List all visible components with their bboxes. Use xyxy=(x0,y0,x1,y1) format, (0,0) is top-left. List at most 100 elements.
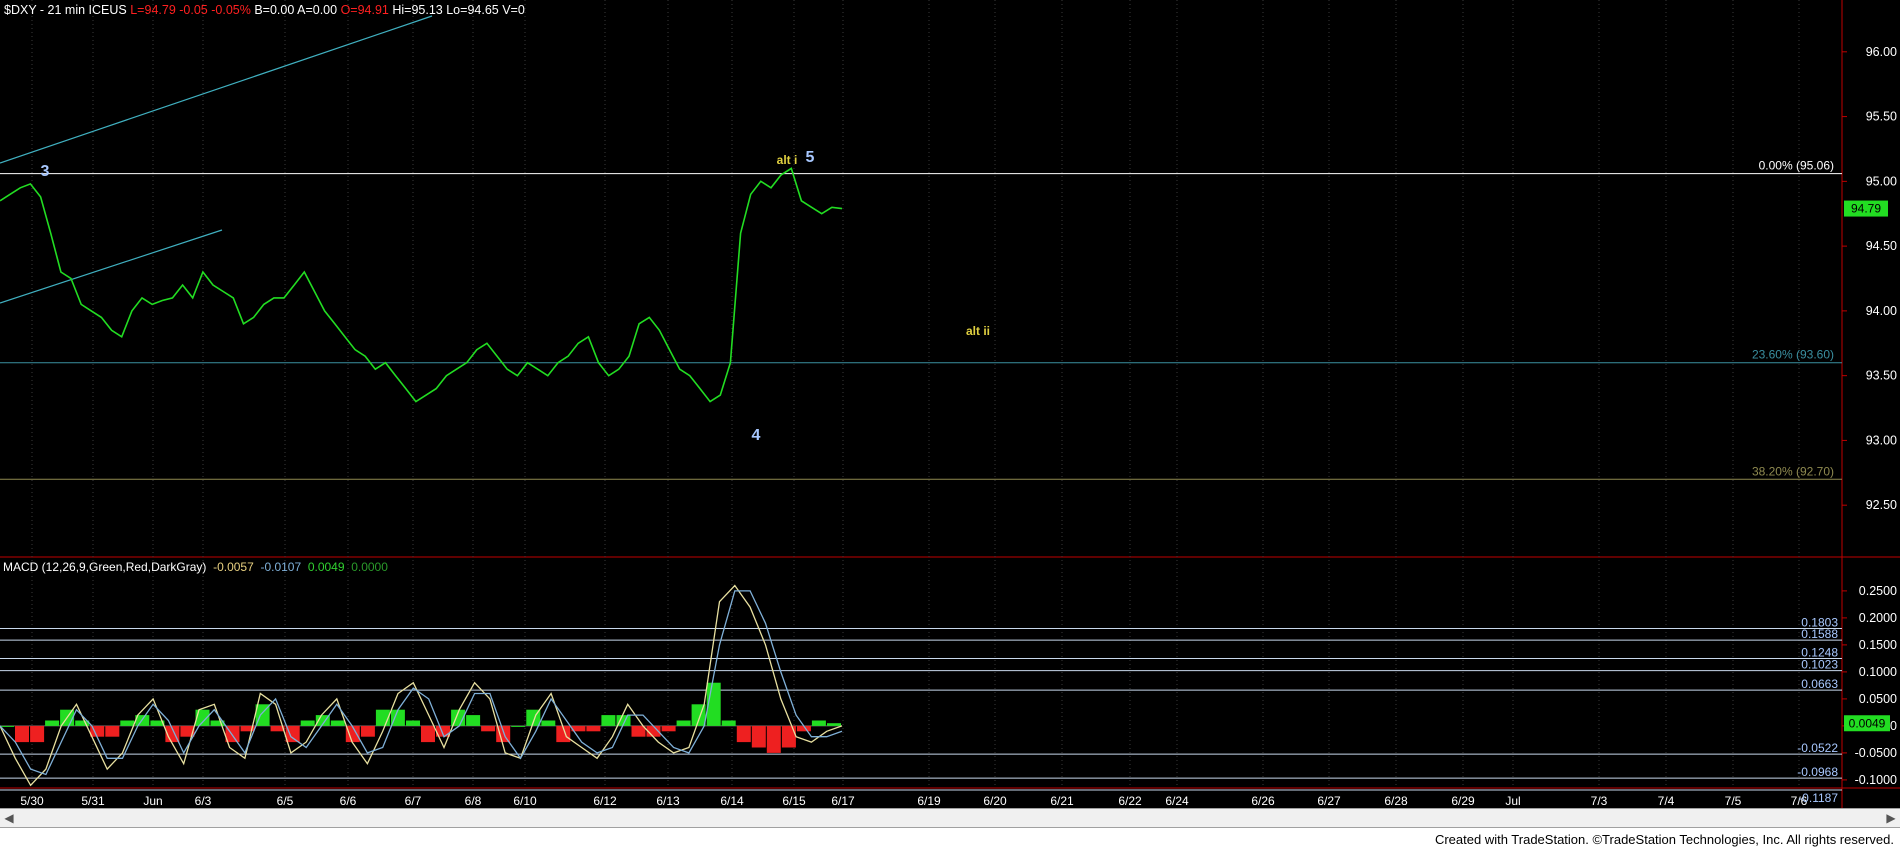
change-label: -0.05 xyxy=(179,3,208,17)
time-tick-label: 6/27 xyxy=(1317,794,1341,808)
last-price-label: L=94.79 xyxy=(130,3,176,17)
macd-histogram-value: 0.0049 xyxy=(307,560,345,574)
symbol-label: $DXY - 21 min xyxy=(4,3,86,17)
macd-header: MACD (12,26,9,Green,Red,DarkGray) -0.005… xyxy=(3,560,388,574)
wave-label: 4 xyxy=(752,427,761,444)
horizontal-scrollbar[interactable]: ◀ ▶ xyxy=(0,808,1900,828)
macd-tick-label: 0.1500 xyxy=(1859,638,1897,652)
time-tick-label: 6/26 xyxy=(1251,794,1275,808)
time-tick-label: 6/7 xyxy=(405,794,422,808)
high-label: Hi=95.13 xyxy=(392,3,443,17)
change-pct-label: -0.05% xyxy=(211,3,251,17)
macd-title: MACD (12,26,9,Green,Red,DarkGray) xyxy=(3,560,207,574)
macd-histogram-bar xyxy=(661,725,676,732)
footer: Created with TradeStation. ©TradeStation… xyxy=(0,828,1900,850)
macd-histogram-bar xyxy=(631,725,646,737)
macd-histogram-bar xyxy=(781,725,796,748)
macd-tick-label: 0.2500 xyxy=(1859,584,1897,598)
price-series-line xyxy=(0,167,843,403)
macd-histogram-bar xyxy=(330,720,345,726)
wave-label: 5 xyxy=(806,149,815,166)
macd-tick-label: 0.1000 xyxy=(1859,665,1897,679)
macd-signal-value: -0.0107 xyxy=(260,560,302,574)
macd-histogram-bar xyxy=(481,725,496,732)
macd-histogram-bar xyxy=(360,725,375,737)
macd-histogram-bar xyxy=(15,725,29,743)
last-price-value: 94.79 xyxy=(1851,202,1881,216)
time-tick-label: 6/3 xyxy=(195,794,212,808)
copyright-text: Created with TradeStation. ©TradeStation… xyxy=(1434,832,1894,847)
macd-histogram-bar xyxy=(120,720,135,726)
macd-last-value: 0.0049 xyxy=(1849,716,1886,730)
macd-histogram-bar xyxy=(736,725,751,743)
macd-value: -0.0057 xyxy=(213,560,254,574)
price-tick-label: 95.50 xyxy=(1866,110,1897,124)
wave-label: alt ii xyxy=(966,324,990,338)
time-tick-label: 7/4 xyxy=(1658,794,1675,808)
price-tick-label: 92.50 xyxy=(1866,498,1897,512)
macd-histogram-bar xyxy=(45,720,60,726)
time-tick-label: 5/31 xyxy=(81,794,105,808)
price-tick-label: 96.00 xyxy=(1866,45,1897,59)
macd-histogram-bar xyxy=(300,720,315,726)
macd-level-label: -0.1187 xyxy=(1798,791,1838,805)
macd-histogram-bar xyxy=(406,720,420,726)
time-tick-label: 6/17 xyxy=(831,794,855,808)
time-tick-label: 6/22 xyxy=(1118,794,1142,808)
exchange-label: ICEUS xyxy=(88,3,127,17)
price-tick-label: 94.50 xyxy=(1866,239,1897,253)
macd-histogram-bar xyxy=(751,725,766,748)
time-tick-label: 5/30 xyxy=(20,794,44,808)
macd-level-label: -0.0522 xyxy=(1797,741,1838,755)
wave-label: 3 xyxy=(41,163,50,180)
macd-level-label: -0.0968 xyxy=(1797,765,1838,779)
time-tick-label: 6/12 xyxy=(593,794,617,808)
time-tick-label: 6/10 xyxy=(513,794,537,808)
symbol-header: $DXY - 21 min ICEUS L=94.79 -0.05 -0.05%… xyxy=(4,3,525,17)
time-tick-label: 7/3 xyxy=(1591,794,1608,808)
time-tick-label: 6/8 xyxy=(465,794,482,808)
time-tick-label: 6/19 xyxy=(917,794,941,808)
time-tick-label: 6/13 xyxy=(656,794,680,808)
macd-histogram-bar xyxy=(676,720,691,726)
fib-level-label: 23.60% (93.60) xyxy=(1752,348,1834,362)
scroll-right-arrow-icon[interactable]: ▶ xyxy=(1882,809,1900,827)
macd-level-label: 0.1023 xyxy=(1801,658,1838,672)
macd-histogram-bar xyxy=(0,725,14,727)
open-label: O=94.91 xyxy=(340,3,389,17)
time-tick-label: 6/28 xyxy=(1384,794,1408,808)
macd-histogram-bar xyxy=(421,725,435,743)
macd-histogram-bar xyxy=(30,725,45,743)
time-tick-label: 6/15 xyxy=(782,794,806,808)
price-tick-label: 94.00 xyxy=(1866,304,1897,318)
time-tick-label: 6/20 xyxy=(983,794,1007,808)
price-tick-label: 93.00 xyxy=(1866,433,1897,447)
macd-tick-label: -0.1000 xyxy=(1855,773,1897,787)
ask-label: A=0.00 xyxy=(297,3,338,17)
macd-level-label: 0.0663 xyxy=(1801,677,1838,691)
macd-tick-label: 0.2000 xyxy=(1859,611,1897,625)
upper-trend-line xyxy=(0,15,433,164)
bid-label: B=0.00 xyxy=(254,3,295,17)
macd-zero-value: 0.0000 xyxy=(351,560,388,574)
macd-histogram-bar xyxy=(721,720,736,726)
low-label: Lo=94.65 xyxy=(446,3,499,17)
time-tick-label: 6/29 xyxy=(1451,794,1475,808)
chart-svg: 5/30 5/31 Jun 6/3 6/5 6/6 6/7 6/8 6/10 6/12 6/13 6/… xyxy=(0,0,1900,808)
macd-level-label: 0.1588 xyxy=(1801,627,1838,641)
volume-label: V=0 xyxy=(502,3,525,17)
macd-histogram-bar xyxy=(105,725,120,737)
price-tick-label: 93.50 xyxy=(1866,369,1897,383)
time-tick-label: 6/6 xyxy=(340,794,357,808)
macd-histogram-bar xyxy=(827,723,841,726)
fib-level-label: 0.00% (95.06) xyxy=(1759,159,1834,173)
scroll-left-arrow-icon[interactable]: ◀ xyxy=(0,809,18,827)
time-tick-label: 6/21 xyxy=(1050,794,1074,808)
time-tick-label: 7/5 xyxy=(1725,794,1742,808)
wave-label: alt i xyxy=(777,153,798,167)
time-tick-label: 6/24 xyxy=(1165,794,1189,808)
macd-histogram-bar xyxy=(541,720,556,726)
macd-histogram-bar xyxy=(586,725,601,732)
chart-window: 5/30 5/31 Jun 6/3 6/5 6/6 6/7 6/8 6/10 6/12 6/13 6/… xyxy=(0,0,1900,850)
fib-level-label: 38.20% (92.70) xyxy=(1752,464,1834,478)
